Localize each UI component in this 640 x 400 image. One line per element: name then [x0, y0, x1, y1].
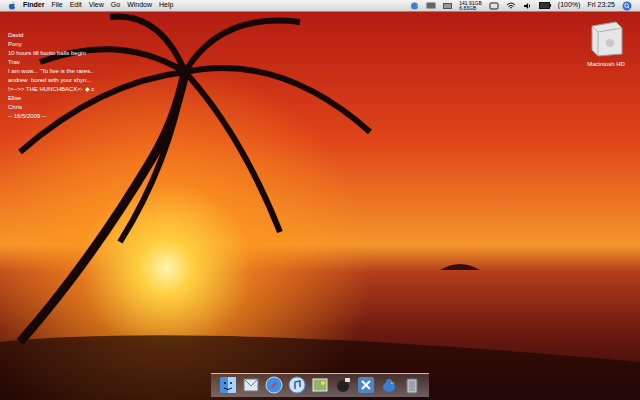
menu-item[interactable]: Edit	[70, 0, 82, 11]
menu-item[interactable]: View	[89, 0, 104, 11]
adium-status-icon[interactable]	[410, 1, 419, 10]
note-line: Chris	[8, 103, 94, 112]
iphoto-icon[interactable]	[311, 376, 329, 394]
dock	[211, 373, 429, 397]
dock-item[interactable]	[288, 376, 306, 394]
note-line: !>-->> THE HUNCHBACK<- ◆ c	[8, 85, 94, 94]
finder-icon[interactable]	[219, 376, 237, 394]
dock-item[interactable]	[265, 376, 283, 394]
desktop-icon[interactable]: Macintosh HD	[578, 18, 634, 69]
note-line: -- 16/5/2009 --	[8, 112, 94, 121]
note-line: I am wow... "To live is the rares..	[8, 67, 94, 76]
safari-icon[interactable]	[265, 376, 283, 394]
desktop-icon-label: Macintosh HD	[587, 60, 625, 69]
adium-icon[interactable]	[380, 376, 398, 394]
dock-item[interactable]	[357, 376, 375, 394]
menu-item[interactable]: Help	[159, 0, 173, 11]
dock-item[interactable]	[311, 376, 329, 394]
note-line: Pony	[8, 40, 94, 49]
spotlight-icon[interactable]	[622, 1, 632, 11]
desktop: DavidPony10 hours till footto balls begi…	[0, 12, 640, 400]
app-icon[interactable]	[334, 376, 352, 394]
battery-icon[interactable]	[539, 2, 551, 9]
menu-item[interactable]: Go	[111, 0, 120, 11]
menu-item[interactable]: Window	[127, 0, 152, 11]
bluetooth-icon[interactable]	[489, 2, 499, 10]
itunes-icon[interactable]	[288, 376, 306, 394]
trash-icon[interactable]	[403, 376, 421, 394]
note-line: 10 hours till footto balls begin	[8, 49, 94, 58]
clock[interactable]: Fri 23:25	[587, 0, 615, 11]
hard-drive-icon	[586, 18, 626, 58]
palm-tree-icon	[0, 12, 640, 400]
desktop-notes: DavidPony10 hours till footto balls begi…	[8, 31, 94, 121]
dock-item[interactable]	[380, 376, 398, 394]
dock-item[interactable]	[219, 376, 237, 394]
mail-icon[interactable]	[242, 376, 260, 394]
desktop-screen: Finder File Edit View Go Window Help 141.91GB6.…	[0, 0, 640, 400]
wifi-icon[interactable]	[506, 2, 516, 10]
dock-item[interactable]	[403, 376, 421, 394]
drive-icon[interactable]	[443, 2, 452, 10]
note-line: Trav	[8, 58, 94, 67]
app-menu[interactable]: Finder	[23, 0, 44, 11]
menu-bar: Finder File Edit View Go Window Help 141.91GB6.…	[0, 0, 640, 12]
display-icon[interactable]	[426, 2, 436, 10]
menu-item[interactable]: File	[51, 0, 62, 11]
disk-usage: 141.91GB6.83GB	[459, 1, 482, 11]
note-line: David	[8, 31, 94, 40]
apple-icon[interactable]	[8, 1, 16, 10]
dock-item[interactable]	[334, 376, 352, 394]
battery-percent[interactable]: (100%)	[558, 0, 581, 11]
note-line: andrew bored with your shyn...	[8, 76, 94, 85]
dock-item[interactable]	[242, 376, 260, 394]
xcode-icon[interactable]	[357, 376, 375, 394]
note-line: Elise	[8, 94, 94, 103]
volume-icon[interactable]	[523, 2, 532, 10]
